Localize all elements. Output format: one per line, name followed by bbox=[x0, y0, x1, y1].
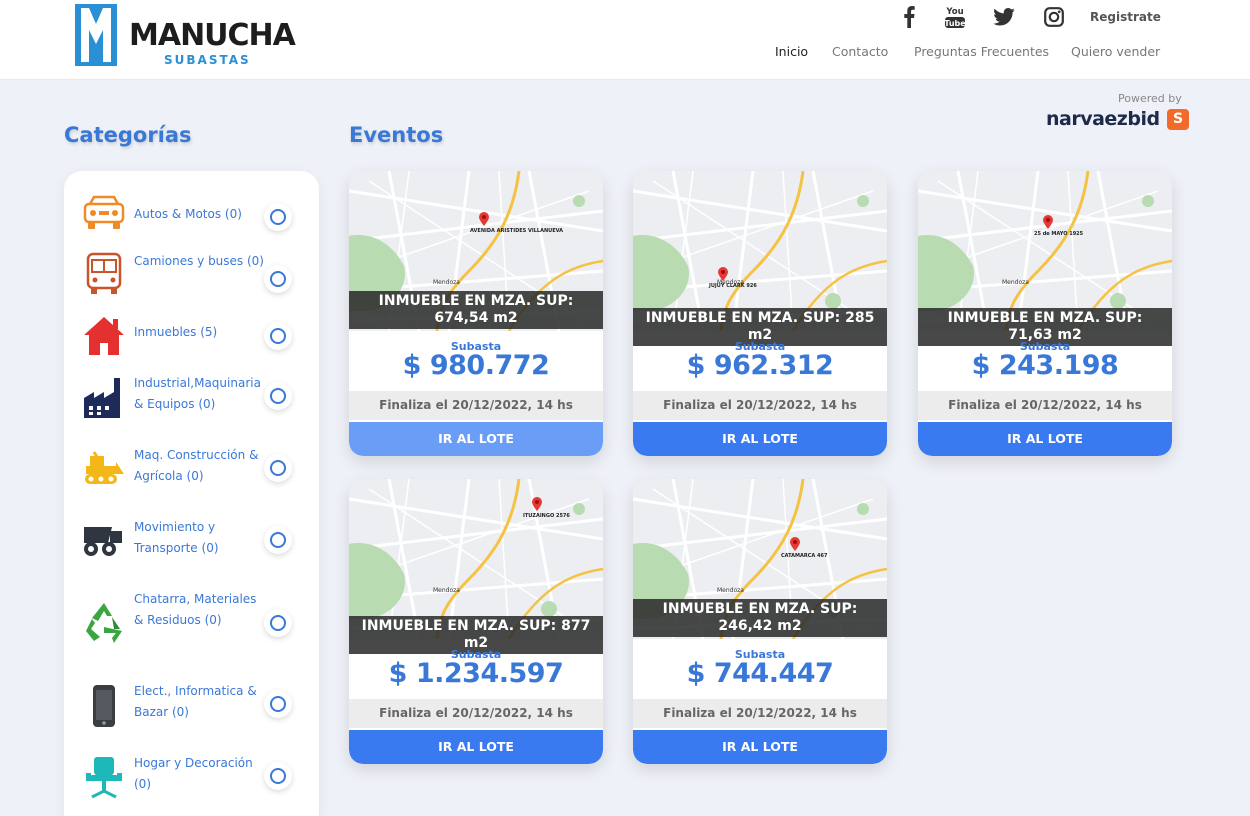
map-pin-icon bbox=[479, 212, 489, 226]
event-card[interactable]: Mendoza ITUZAINGO 2576 INMUEBLE EN MZA. SU… bbox=[349, 479, 603, 764]
category-movimiento-transporte[interactable]: Movimiento y Transporte (0) bbox=[81, 517, 311, 563]
instagram-icon[interactable] bbox=[1042, 4, 1066, 30]
category-label: Elect., Informatica & Bazar (0) bbox=[134, 684, 257, 719]
map-pin-icon bbox=[790, 537, 800, 551]
category-chatarra[interactable]: Chatarra, Materiales & Residuos (0) bbox=[81, 589, 311, 655]
event-end-date: Finaliza el 20/12/2022, 14 hs bbox=[349, 391, 603, 420]
category-label: Camiones y buses (0) bbox=[134, 254, 264, 268]
brand-logo[interactable]: MANUCHA SUBASTAS bbox=[75, 4, 296, 70]
category-maq-construccion[interactable]: Maq. Construcción & Agrícola (0) bbox=[81, 445, 311, 491]
brand-name: MANUCHA bbox=[129, 18, 296, 53]
house-icon bbox=[81, 313, 127, 359]
bus-icon bbox=[81, 251, 127, 297]
go-to-lot-button[interactable]: IR AL LOTE bbox=[349, 422, 603, 456]
logo-mark-icon bbox=[75, 4, 117, 66]
powered-by-label: Powered by bbox=[1118, 92, 1182, 105]
event-end-date: Finaliza el 20/12/2022, 14 hs bbox=[918, 391, 1172, 420]
event-end-date: Finaliza el 20/12/2022, 14 hs bbox=[349, 699, 603, 728]
category-radio[interactable] bbox=[264, 762, 292, 790]
register-link[interactable]: Registrate bbox=[1090, 10, 1161, 24]
svg-text:You: You bbox=[945, 7, 963, 17]
category-electronica[interactable]: Elect., Informatica & Bazar (0) bbox=[81, 681, 311, 731]
category-radio[interactable] bbox=[264, 454, 292, 482]
events-title: Eventos bbox=[349, 123, 444, 147]
svg-text:Tube: Tube bbox=[944, 19, 966, 28]
event-price: $ 962.312 bbox=[686, 350, 834, 381]
event-price: $ 744.447 bbox=[686, 658, 834, 689]
event-card[interactable]: Mendoza 25 de MAYO 1925 INMUEBLE EN MZA. S… bbox=[918, 171, 1172, 456]
nav-contacto[interactable]: Contacto bbox=[832, 44, 888, 59]
bulldozer-icon bbox=[81, 445, 127, 491]
go-to-lot-button[interactable]: IR AL LOTE bbox=[633, 730, 887, 764]
event-title: INMUEBLE EN MZA. SUP: 674,54 m2 bbox=[349, 291, 603, 329]
event-card[interactable]: Mendoza AVENIDA ARISTIDES VILLANUEVA INMUE… bbox=[349, 171, 603, 456]
powered-by-badge: S bbox=[1167, 109, 1189, 130]
go-to-lot-button[interactable]: IR AL LOTE bbox=[633, 422, 887, 456]
category-autos-motos[interactable]: Autos & Motos (0) bbox=[81, 191, 311, 237]
event-price: $ 243.198 bbox=[971, 350, 1119, 381]
chair-icon bbox=[81, 755, 127, 801]
property-map: Mendoza ITUZAINGO 2576 bbox=[349, 479, 603, 639]
map-pin-label: AVENIDA ARISTIDES VILLANUEVA bbox=[470, 228, 564, 234]
category-label: Autos & Motos (0) bbox=[134, 207, 242, 221]
event-price: $ 980.772 bbox=[402, 350, 550, 381]
event-card[interactable]: Mendoza CATAMARCA 467 INMUEBLE EN MZA. SUP… bbox=[633, 479, 887, 764]
nav-preguntas-frecuentes[interactable]: Preguntas Frecuentes bbox=[914, 44, 1049, 59]
category-label: Chatarra, Materiales & Residuos (0) bbox=[134, 592, 257, 627]
map-pin-label: ITUZAINGO 2576 bbox=[523, 513, 570, 519]
category-inmuebles[interactable]: Inmuebles (5) bbox=[81, 313, 311, 359]
map-city-label: Mendoza bbox=[1002, 279, 1029, 286]
nav-inicio[interactable]: Inicio bbox=[775, 44, 808, 59]
event-end-date: Finaliza el 20/12/2022, 14 hs bbox=[633, 699, 887, 728]
recycle-icon bbox=[81, 599, 127, 645]
nav-quiero-vender[interactable]: Quiero vender bbox=[1071, 44, 1160, 59]
map-pin-label: CATAMARCA 467 bbox=[781, 553, 828, 559]
category-label: Inmuebles (5) bbox=[134, 325, 218, 339]
event-price: $ 1.234.597 bbox=[388, 658, 564, 689]
category-radio[interactable] bbox=[264, 322, 292, 350]
car-icon bbox=[81, 191, 127, 237]
category-label: Industrial,Maquinaria & Equipos (0) bbox=[134, 376, 261, 411]
powered-by-brand[interactable]: narvaezbid bbox=[1046, 108, 1160, 130]
category-radio[interactable] bbox=[264, 203, 292, 231]
map-pin-icon bbox=[718, 267, 728, 281]
category-industrial[interactable]: Industrial,Maquinaria & Equipos (0) bbox=[81, 373, 311, 423]
truck-icon bbox=[81, 517, 127, 563]
map-city-label: Mendoza bbox=[433, 587, 460, 594]
site-header: MANUCHA SUBASTAS You Tube Registrate Ini… bbox=[0, 0, 1250, 80]
property-map: Mendoza JUJUY CLARK 926 bbox=[633, 171, 887, 331]
event-title: INMUEBLE EN MZA. SUP: 246,42 m2 bbox=[633, 599, 887, 637]
go-to-lot-button[interactable]: IR AL LOTE bbox=[349, 730, 603, 764]
facebook-icon[interactable] bbox=[900, 4, 918, 30]
map-city-label: Mendoza bbox=[717, 587, 744, 594]
go-to-lot-button[interactable]: IR AL LOTE bbox=[918, 422, 1172, 456]
youtube-icon[interactable]: You Tube bbox=[943, 4, 967, 30]
category-radio[interactable] bbox=[264, 265, 292, 293]
categories-title: Categorías bbox=[64, 123, 192, 147]
category-camiones-buses[interactable]: Camiones y buses (0) bbox=[81, 251, 311, 297]
category-radio[interactable] bbox=[264, 690, 292, 718]
event-end-date: Finaliza el 20/12/2022, 14 hs bbox=[633, 391, 887, 420]
category-label: Maq. Construcción & Agrícola (0) bbox=[134, 448, 259, 483]
category-hogar[interactable]: Hogar y Decoración (0) bbox=[81, 753, 311, 803]
brand-subtitle: SUBASTAS bbox=[164, 53, 251, 67]
twitter-icon[interactable] bbox=[992, 4, 1016, 30]
map-pin-label: 25 de MAYO 1925 bbox=[1034, 231, 1084, 237]
event-card[interactable]: Mendoza JUJUY CLARK 926 INMUEBLE EN MZA. S… bbox=[633, 171, 887, 456]
map-pin-label: JUJUY CLARK 926 bbox=[709, 283, 757, 289]
category-label: Movimiento y Transporte (0) bbox=[134, 520, 219, 555]
category-label: Hogar y Decoración (0) bbox=[134, 756, 253, 791]
category-radio[interactable] bbox=[264, 382, 292, 410]
category-radio[interactable] bbox=[264, 609, 292, 637]
map-pin-icon bbox=[1043, 215, 1053, 229]
map-pin-icon bbox=[532, 497, 542, 511]
map-city-label: Mendoza bbox=[433, 279, 460, 286]
property-map: Mendoza 25 de MAYO 1925 bbox=[918, 171, 1172, 331]
factory-icon bbox=[81, 375, 127, 421]
phone-icon bbox=[81, 683, 127, 729]
categories-sidebar: Autos & Motos (0) Camiones y buses (0) I… bbox=[64, 171, 319, 816]
category-radio[interactable] bbox=[264, 526, 292, 554]
